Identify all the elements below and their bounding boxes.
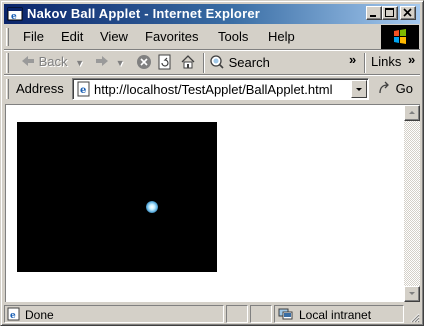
go-label: Go xyxy=(395,81,413,96)
menu-help[interactable]: Help xyxy=(268,29,295,44)
status-panel-zone: Local intranet xyxy=(274,305,404,323)
menu-file[interactable]: File xyxy=(23,29,44,44)
address-dropdown-button[interactable] xyxy=(351,80,367,98)
zone-text: Local intranet xyxy=(299,308,372,322)
close-button[interactable] xyxy=(400,6,416,20)
address-grip[interactable] xyxy=(6,79,9,99)
svg-text:e: e xyxy=(11,12,17,22)
ie-page-icon: e xyxy=(76,81,92,100)
svg-text:e: e xyxy=(10,311,16,321)
address-bar: Address e http://localhost/TestApplet/Ba… xyxy=(4,76,420,102)
refresh-icon xyxy=(157,54,173,73)
back-arrow-icon xyxy=(21,55,35,70)
stop-icon xyxy=(136,55,152,73)
back-button[interactable]: Back ▼ xyxy=(21,54,84,70)
stop-button[interactable] xyxy=(136,54,152,73)
vertical-scrollbar[interactable] xyxy=(404,105,420,302)
toolbar-grip[interactable] xyxy=(6,53,9,73)
go-button[interactable]: Go xyxy=(378,81,413,98)
status-panel-3 xyxy=(250,305,272,323)
menu-view[interactable]: View xyxy=(100,29,128,44)
status-panel-2 xyxy=(226,305,248,323)
search-label: Search xyxy=(228,54,270,70)
toolbar-separator xyxy=(203,53,205,73)
menu-bar: File Edit View Favorites Tools Help xyxy=(4,26,376,48)
status-panel-main: e Done xyxy=(4,305,224,323)
forward-dropdown-icon[interactable]: ▼ xyxy=(116,58,125,68)
scroll-track[interactable] xyxy=(404,121,420,286)
window-title: Nakov Ball Applet - Internet Explorer xyxy=(27,6,261,21)
svg-text:e: e xyxy=(80,85,86,96)
search-icon xyxy=(209,54,225,73)
standard-toolbar: Back ▼ ▼ Search » Links » xyxy=(4,51,420,75)
links-separator xyxy=(364,53,366,73)
scroll-up-button[interactable] xyxy=(404,105,420,121)
scroll-down-icon xyxy=(405,289,419,304)
title-bar[interactable]: e Nakov Ball Applet - Internet Explorer xyxy=(4,4,420,24)
links-label[interactable]: Links xyxy=(371,54,401,69)
status-bar: e Done Local intranet xyxy=(4,304,420,323)
page-done-icon: e xyxy=(7,307,21,324)
maximize-button[interactable] xyxy=(382,6,398,20)
windows-logo xyxy=(381,25,419,50)
chevron-down-icon xyxy=(352,85,366,100)
menu-favorites[interactable]: Favorites xyxy=(145,29,198,44)
size-grip[interactable] xyxy=(408,311,420,323)
forward-button[interactable]: ▼ xyxy=(95,54,125,70)
minimize-button[interactable] xyxy=(366,6,382,20)
home-button[interactable] xyxy=(180,54,196,73)
scroll-down-button[interactable] xyxy=(404,286,420,302)
browser-window: e Nakov Ball Applet - Internet Explorer … xyxy=(0,0,424,326)
toolbar-chevron[interactable]: » xyxy=(349,52,356,67)
intranet-icon xyxy=(278,307,294,324)
ball-applet[interactable] xyxy=(17,122,217,272)
refresh-button[interactable] xyxy=(157,54,173,73)
search-button[interactable]: Search xyxy=(209,54,270,73)
address-label: Address xyxy=(16,81,64,96)
page-content xyxy=(5,104,420,302)
go-arrow-icon xyxy=(378,81,392,98)
menu-edit[interactable]: Edit xyxy=(61,29,83,44)
ie-icon: e xyxy=(7,6,23,22)
address-url: http://localhost/TestApplet/BallApplet.h… xyxy=(94,82,333,97)
status-text: Done xyxy=(25,308,54,322)
address-input[interactable]: e http://localhost/TestApplet/BallApplet… xyxy=(72,78,369,100)
links-chevron[interactable]: » xyxy=(408,52,415,67)
back-dropdown-icon[interactable]: ▼ xyxy=(75,58,84,68)
ball xyxy=(146,201,158,213)
home-icon xyxy=(180,55,196,73)
back-label: Back xyxy=(38,54,68,69)
forward-arrow-icon xyxy=(95,55,109,70)
menu-grip[interactable] xyxy=(6,28,9,46)
menu-tools[interactable]: Tools xyxy=(218,29,248,44)
